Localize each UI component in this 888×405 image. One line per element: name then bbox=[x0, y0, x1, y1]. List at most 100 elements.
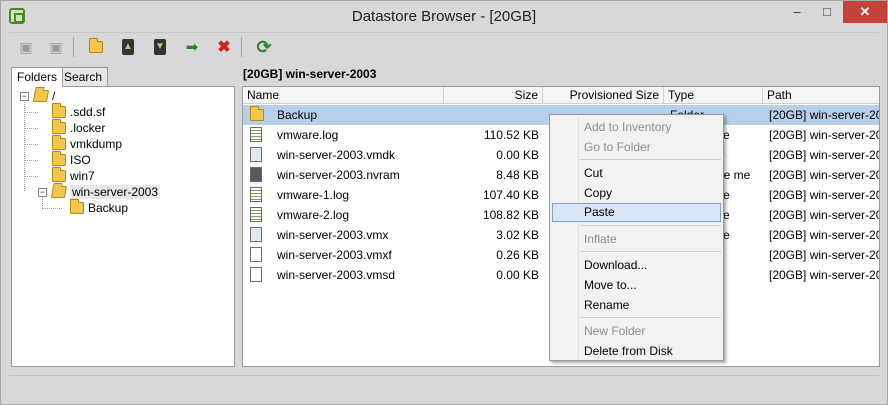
tree-line bbox=[24, 128, 38, 129]
menu-item-cut[interactable]: Cut bbox=[552, 164, 721, 183]
tree-item-backup[interactable]: Backup bbox=[70, 199, 128, 216]
menu-item-add-to-inventory[interactable]: Add to Inventory bbox=[552, 118, 721, 137]
tree-item-label: .locker bbox=[70, 121, 106, 135]
file-name: vmware-2.log bbox=[277, 208, 350, 222]
tree-collapse-toggle[interactable]: − bbox=[20, 92, 29, 101]
file-size: 0.26 KB bbox=[496, 248, 539, 262]
folder-icon bbox=[52, 119, 66, 134]
tree-item-iso[interactable]: ISO bbox=[52, 151, 91, 168]
toolbar-separator bbox=[241, 37, 242, 57]
file-size: 0.00 KB bbox=[496, 148, 539, 162]
menu-item-copy[interactable]: Copy bbox=[552, 184, 721, 203]
folder-icon bbox=[52, 151, 66, 166]
tab-folders[interactable]: Folders bbox=[11, 67, 64, 87]
upload-button[interactable]: ▲ bbox=[117, 36, 139, 58]
upload-icon: ▲ bbox=[122, 39, 134, 55]
tab-search[interactable]: Search bbox=[58, 67, 109, 86]
file-path: [20GB] win-server-2003 bbox=[769, 168, 879, 182]
move-button[interactable]: ➡ bbox=[181, 36, 203, 58]
log-file-icon bbox=[250, 127, 262, 142]
menu-separator bbox=[580, 317, 721, 318]
browse-back-icon: ▣ bbox=[19, 38, 33, 55]
vm-config-icon bbox=[250, 227, 262, 242]
tree-item-label: win-server-2003 bbox=[70, 185, 161, 199]
delete-icon: ✖ bbox=[217, 39, 231, 56]
menu-separator bbox=[580, 159, 721, 160]
file-name: vmware.log bbox=[277, 128, 339, 142]
download-icon: ▼ bbox=[154, 39, 166, 55]
folder-icon bbox=[52, 167, 66, 182]
menu-separator bbox=[580, 251, 721, 252]
folder-icon bbox=[70, 199, 84, 214]
browse-forward-button[interactable]: ▣ bbox=[45, 36, 67, 58]
left-panel: Folders Search − / .sdd.sf .locker vmkdu… bbox=[11, 67, 235, 367]
tree-collapse-toggle[interactable]: − bbox=[38, 188, 47, 197]
browse-forward-icon: ▣ bbox=[49, 38, 63, 55]
tree-item-win7[interactable]: win7 bbox=[52, 167, 95, 184]
column-header-provisioned-size[interactable]: Provisioned Size bbox=[543, 87, 664, 104]
toolbar-separator bbox=[73, 37, 74, 57]
window-title: Datastore Browser - [20GB] bbox=[351, 8, 537, 25]
folder-icon bbox=[250, 106, 264, 121]
folder-open-icon bbox=[32, 90, 50, 102]
menu-item-delete-from-disk[interactable]: Delete from Disk bbox=[552, 342, 721, 361]
tree-item-label: .sdd.sf bbox=[70, 105, 106, 119]
tree-line bbox=[24, 160, 38, 161]
tree-item-root[interactable]: / bbox=[32, 88, 55, 104]
file-size: 108.82 KB bbox=[482, 208, 539, 222]
virtual-disk-icon bbox=[250, 147, 262, 162]
tree-line bbox=[24, 176, 38, 177]
menu-item-new-folder[interactable]: New Folder bbox=[552, 322, 721, 341]
column-header-type[interactable]: Type bbox=[664, 87, 763, 104]
file-path: [20GB] win-server-2003 bbox=[769, 228, 879, 242]
column-header-size[interactable]: Size bbox=[444, 87, 543, 104]
file-path: [20GB] win-server-2003 bbox=[769, 108, 879, 122]
refresh-button[interactable]: ⟳ bbox=[253, 36, 275, 58]
tree-item-locker[interactable]: .locker bbox=[52, 119, 106, 136]
close-button[interactable]: ✕ bbox=[843, 1, 887, 23]
file-name: vmware-1.log bbox=[277, 188, 350, 202]
menu-item-paste[interactable]: Paste bbox=[552, 203, 721, 222]
column-header-name[interactable]: Name bbox=[243, 87, 444, 104]
datastore-browser-window: Datastore Browser - [20GB] – □ ✕ ▣ ▣ ▲ ▼… bbox=[0, 0, 888, 405]
menu-item-move-to[interactable]: Move to... bbox=[552, 276, 721, 295]
file-path: [20GB] win-server-2003 bbox=[769, 148, 879, 162]
file-type-fragment: le me bbox=[721, 168, 751, 182]
tree-item-sdd-sf[interactable]: .sdd.sf bbox=[52, 103, 106, 120]
menu-item-go-to-folder[interactable]: Go to Folder bbox=[552, 138, 721, 157]
menu-separator bbox=[580, 225, 721, 226]
column-header-path[interactable]: Path bbox=[763, 87, 879, 104]
delete-button[interactable]: ✖ bbox=[213, 36, 235, 58]
file-path: [20GB] win-server-2003 bbox=[769, 268, 879, 282]
file-name: win-server-2003.vmdk bbox=[277, 148, 396, 162]
folder-icon bbox=[52, 103, 66, 118]
tree-item-label: vmkdump bbox=[70, 137, 123, 151]
menu-item-download[interactable]: Download... bbox=[552, 256, 721, 275]
file-path: [20GB] win-server-2003 bbox=[769, 188, 879, 202]
nvram-file-icon bbox=[250, 167, 262, 182]
title-bar[interactable]: Datastore Browser - [20GB] – □ ✕ bbox=[1, 1, 887, 31]
new-folder-button[interactable] bbox=[85, 36, 107, 58]
minimize-button[interactable]: – bbox=[783, 1, 811, 23]
refresh-icon: ⟳ bbox=[256, 36, 272, 57]
menu-item-inflate[interactable]: Inflate bbox=[552, 230, 721, 249]
file-name: win-server-2003.vmsd bbox=[277, 268, 396, 282]
log-file-icon bbox=[250, 207, 262, 222]
tree-line bbox=[24, 144, 38, 145]
menu-item-rename[interactable]: Rename bbox=[552, 296, 721, 315]
file-path: [20GB] win-server-2003 bbox=[769, 208, 879, 222]
file-icon bbox=[250, 267, 262, 282]
move-icon: ➡ bbox=[185, 39, 199, 56]
maximize-button[interactable]: □ bbox=[813, 1, 841, 23]
file-path: [20GB] win-server-2003 bbox=[769, 128, 879, 142]
tree-item-win-server-2003[interactable]: win-server-2003 bbox=[50, 184, 161, 200]
file-size: 107.40 KB bbox=[482, 188, 539, 202]
file-size: 8.48 KB bbox=[496, 168, 539, 182]
download-button[interactable]: ▼ bbox=[149, 36, 171, 58]
file-name: win-server-2003.vmxf bbox=[277, 248, 392, 262]
browse-back-button[interactable]: ▣ bbox=[15, 36, 37, 58]
tree-item-vmkdump[interactable]: vmkdump bbox=[52, 135, 123, 152]
tree-item-label: ISO bbox=[70, 153, 91, 167]
toolbar: ▣ ▣ ▲ ▼ ➡ ✖ ⟳ bbox=[9, 32, 879, 60]
tree-item-label: win7 bbox=[70, 169, 95, 183]
